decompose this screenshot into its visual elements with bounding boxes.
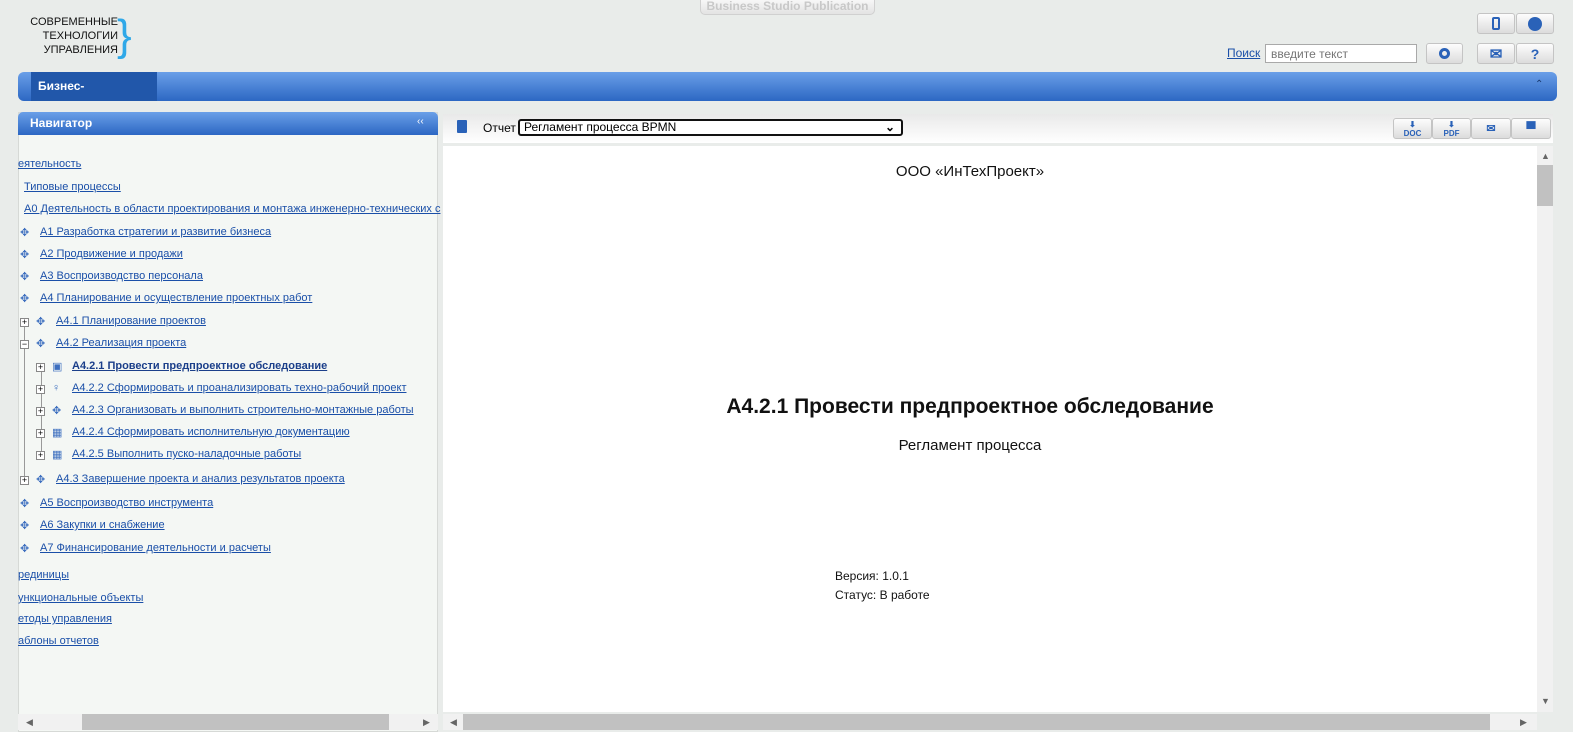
process-icon: ✥	[20, 227, 30, 239]
scroll-left-icon[interactable]: ◀	[26, 717, 33, 728]
tree-item[interactable]: А5 Воспроизводство инструмента	[40, 497, 213, 509]
globe-icon	[1528, 16, 1542, 31]
scrollbar-thumb[interactable]	[1537, 165, 1553, 206]
tree-expander[interactable]: +	[20, 318, 29, 327]
tree-item[interactable]: аблоны отчетов	[18, 635, 99, 647]
tree-item[interactable]: А4.2.5 Выполнить пуско-наладочные работы	[72, 448, 301, 460]
report-select-value: Регламент процесса BPMN	[524, 120, 677, 134]
send-mail-button[interactable]: ✉	[1471, 118, 1511, 139]
process-icon: ✥	[36, 316, 46, 328]
tree-item[interactable]: рединицы	[18, 569, 69, 581]
tree-item[interactable]: А4.2.4 Сформировать исполнительную докум…	[72, 426, 350, 438]
scroll-down-icon[interactable]: ▼	[1541, 696, 1550, 706]
tree-item[interactable]: А2 Продвижение и продажи	[40, 248, 183, 260]
scroll-left-icon[interactable]: ◀	[450, 717, 457, 728]
export-doc-button[interactable]: ⬇ DOC	[1393, 118, 1432, 139]
search-input[interactable]	[1265, 44, 1417, 63]
scroll-up-icon[interactable]: ▲	[1541, 151, 1550, 161]
tree-item[interactable]: А4.2.3 Организовать и выполнить строител…	[72, 404, 414, 416]
scroll-right-icon[interactable]: ▶	[1520, 717, 1527, 728]
chevron-down-icon: ⌄	[884, 120, 895, 134]
tree-item[interactable]: етоды управления	[18, 613, 112, 625]
tree-item[interactable]: А3 Воспроизводство персонала	[40, 270, 203, 282]
tree-item[interactable]: А4 Планирование и осуществление проектны…	[40, 292, 312, 304]
event-icon: ♀	[52, 382, 61, 394]
mobile-icon	[1492, 17, 1500, 30]
navigator-title: Навигатор	[30, 116, 93, 130]
report-label: Отчет	[483, 121, 516, 135]
search-link[interactable]: Поиск	[1227, 46, 1260, 60]
process-icon: ✥	[20, 520, 30, 532]
process-icon: ✥	[36, 338, 46, 350]
print-icon: ▀	[1526, 121, 1536, 136]
document-vertical-scrollbar[interactable]	[1537, 146, 1553, 712]
tree-item[interactable]: А7 Финансирование деятельности и расчеты	[40, 542, 271, 554]
tree-expander[interactable]: +	[36, 363, 45, 372]
help-button[interactable]: ?	[1516, 43, 1554, 64]
scroll-right-icon[interactable]: ▶	[423, 717, 430, 728]
document-icon	[457, 120, 467, 133]
process-icon: ✥	[52, 405, 62, 417]
tree-item[interactable]: А4.2.2 Сформировать и проанализировать т…	[72, 382, 406, 394]
company-logo: СОВРЕМЕННЫЕ ТЕХНОЛОГИИ УПРАВЛЕНИЯ	[28, 15, 118, 57]
tab-business-architecture[interactable]: Бизнес-архитектура	[31, 72, 157, 122]
process-icon: ✥	[20, 293, 30, 305]
help-icon: ?	[1530, 45, 1540, 62]
tree-item[interactable]: А4.1 Планирование проектов	[56, 315, 206, 327]
language-button[interactable]	[1516, 13, 1554, 34]
tree-item[interactable]: А4.3 Завершение проекта и анализ результ…	[56, 473, 345, 485]
bpmn-diagram-icon: ▣	[52, 361, 63, 373]
scrollbar-thumb[interactable]	[463, 714, 1490, 730]
publication-title: Business Studio Publication	[700, 0, 875, 15]
tree-item[interactable]: А6 Закупки и снабжение	[40, 519, 165, 531]
tree-expander[interactable]: +	[20, 476, 29, 485]
document-status: Статус: В работе	[835, 588, 930, 602]
logo-line: СОВРЕМЕННЫЕ	[30, 16, 118, 28]
tree-expander[interactable]: +	[36, 407, 45, 416]
search-button[interactable]	[1426, 43, 1463, 64]
process-icon: ✥	[20, 271, 30, 283]
tree-item[interactable]: ункциональные объекты	[18, 592, 143, 604]
process-icon: ✥	[36, 474, 46, 486]
logo-brace-icon: }	[117, 11, 132, 60]
report-select[interactable]: Регламент процесса BPMN ⌄	[518, 119, 903, 136]
mobile-version-button[interactable]	[1477, 13, 1515, 34]
tree-item[interactable]: Типовые процессы	[24, 181, 121, 193]
scrollbar-thumb[interactable]	[82, 714, 389, 730]
main-menu-bar	[18, 72, 1557, 101]
download-mail-icon: ✉	[1486, 123, 1496, 135]
download-icon: ⬇	[1448, 119, 1455, 129]
tree-expander[interactable]: −	[20, 340, 29, 349]
print-button[interactable]: ▀	[1511, 118, 1551, 139]
report-document: ООО «ИнТехПроект» А4.2.1 Провести предпр…	[443, 146, 1537, 712]
process-icon: ✥	[20, 543, 30, 555]
logo-line: УПРАВЛЕНИЯ	[43, 44, 118, 56]
logo-line: ТЕХНОЛОГИИ	[42, 30, 118, 42]
table-icon: ▦	[52, 427, 63, 439]
tree-item[interactable]: А4.2 Реализация проекта	[56, 337, 186, 349]
tree-expander[interactable]: +	[36, 429, 45, 438]
company-name: ООО «ИнТехПроект»	[895, 163, 1045, 180]
mail-icon: ✉	[1489, 45, 1503, 63]
tree-item[interactable]: А4.2.1 Провести предпроектное обследован…	[72, 360, 327, 372]
table-icon: ▦	[52, 449, 63, 461]
document-version: Версия: 1.0.1	[835, 569, 909, 583]
collapse-navigator-icon[interactable]: ‹‹	[417, 116, 424, 127]
document-subtitle: Регламент процесса	[898, 437, 1042, 454]
tree-item[interactable]: А1 Разработка стратегии и развитие бизне…	[40, 226, 271, 238]
collapse-header-icon[interactable]: ⌃	[1535, 79, 1543, 90]
process-icon: ✥	[20, 249, 30, 261]
tree-expander[interactable]: +	[36, 451, 45, 460]
search-icon	[1439, 48, 1450, 59]
download-icon: ⬇	[1409, 119, 1416, 129]
navigator-header: Навигатор	[18, 112, 438, 135]
document-title: А4.2.1 Провести предпроектное обследован…	[726, 395, 1214, 418]
mail-button[interactable]: ✉	[1477, 43, 1515, 64]
tree-item[interactable]: А0 Деятельность в области проектирования…	[24, 203, 440, 215]
tree-expander[interactable]: +	[36, 385, 45, 394]
export-pdf-button[interactable]: ⬇ PDF	[1432, 118, 1471, 139]
process-icon: ✥	[20, 498, 30, 510]
tree-item[interactable]: еятельность	[18, 158, 81, 170]
